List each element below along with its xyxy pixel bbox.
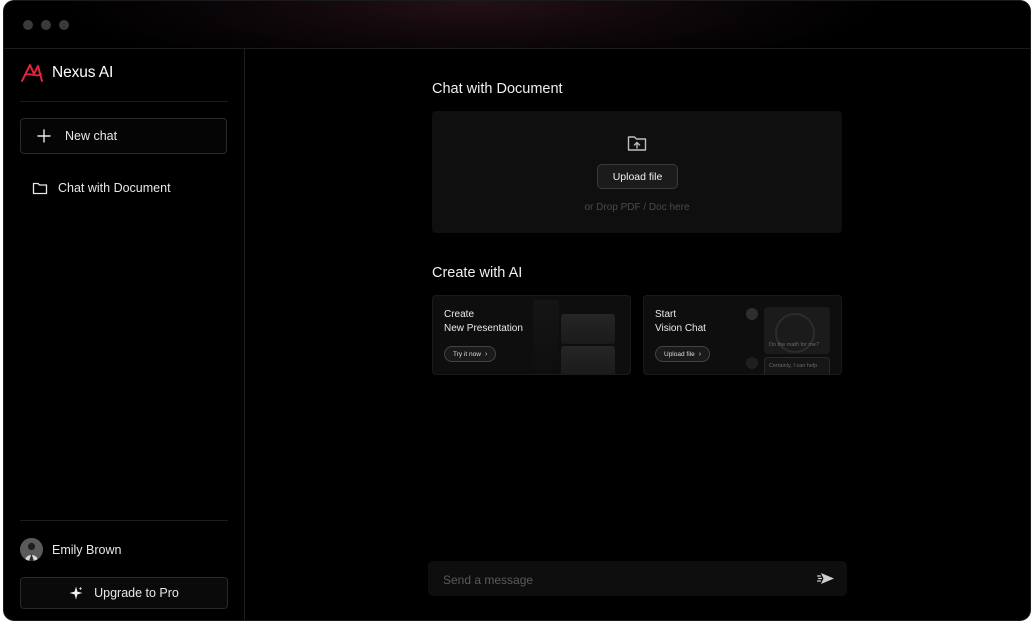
try-it-now-button[interactable]: Try it now › — [444, 346, 497, 362]
brand-name: Nexus AI — [52, 64, 114, 81]
card-title-line: Vision Chat — [655, 323, 706, 334]
upgrade-label: Upgrade to Pro — [94, 586, 179, 600]
preview-answer: Certainly, I can help — [769, 363, 818, 369]
vision-preview-image: Do the math for me? — [764, 307, 830, 354]
card-title-line: New Presentation — [444, 323, 523, 334]
chevron-right-icon: › — [484, 350, 488, 358]
title-bar — [4, 1, 1030, 49]
document-section-title: Chat with Document — [432, 81, 563, 97]
card-title-line: Create — [444, 309, 475, 320]
card-title-line: Start — [655, 309, 677, 320]
user-name: Emily Brown — [52, 542, 122, 557]
presentation-preview — [533, 300, 630, 374]
sparkle-icon — [69, 586, 83, 600]
send-icon[interactable] — [817, 571, 835, 586]
sidebar-divider — [20, 101, 228, 102]
nexus-logo-icon — [21, 64, 43, 82]
drop-hint: or Drop PDF / Doc here — [584, 202, 690, 213]
sidebar-divider — [20, 520, 228, 521]
plus-icon — [37, 129, 51, 143]
folder-upload-icon — [627, 136, 647, 151]
brand[interactable]: Nexus AI — [20, 62, 113, 84]
card-title: Create New Presentation — [444, 308, 523, 336]
ai-mini-avatar — [746, 357, 758, 369]
window-close-button[interactable] — [23, 20, 33, 30]
user-photo-icon — [20, 538, 43, 561]
card-title: Start Vision Chat — [655, 308, 706, 336]
file-dropzone[interactable]: Upload file or Drop PDF / Doc here — [432, 111, 842, 233]
sidebar-item-chat-with-document[interactable]: Chat with Document — [20, 177, 228, 199]
message-composer — [428, 561, 847, 598]
card-button-label: Try it now — [453, 350, 481, 358]
vision-chat-card[interactable]: Start Vision Chat Upload file › Do the m… — [643, 295, 842, 375]
create-presentation-card[interactable]: Create New Presentation Try it now › — [432, 295, 631, 375]
chevron-right-icon: › — [698, 350, 702, 358]
vision-upload-file-button[interactable]: Upload file › — [655, 346, 711, 362]
upgrade-to-pro-button[interactable]: Upgrade to Pro — [20, 577, 228, 609]
card-button-label: Upload file — [664, 350, 695, 358]
user-mini-avatar — [746, 308, 758, 320]
message-input[interactable] — [441, 561, 805, 598]
sidebar-item-label: Chat with Document — [58, 181, 171, 195]
preview-answer-bubble: Certainly, I can help — [764, 357, 830, 374]
folder-icon — [32, 182, 48, 195]
new-chat-label: New chat — [65, 129, 118, 143]
preview-question: Do the math for me? — [769, 342, 820, 348]
main-content: Chat with Document Upload file or Drop P… — [245, 49, 1030, 620]
upload-file-button[interactable]: Upload file — [597, 164, 678, 189]
app-window: Nexus AI New chat Chat with Document Emi… — [4, 1, 1030, 620]
sidebar: Nexus AI New chat Chat with Document Emi… — [4, 49, 245, 620]
avatar — [20, 538, 43, 561]
new-chat-button[interactable]: New chat — [20, 118, 227, 154]
window-minimize-button[interactable] — [41, 20, 51, 30]
window-zoom-button[interactable] — [59, 20, 69, 30]
user-profile[interactable]: Emily Brown — [20, 538, 121, 561]
create-section-title: Create with AI — [432, 265, 523, 281]
